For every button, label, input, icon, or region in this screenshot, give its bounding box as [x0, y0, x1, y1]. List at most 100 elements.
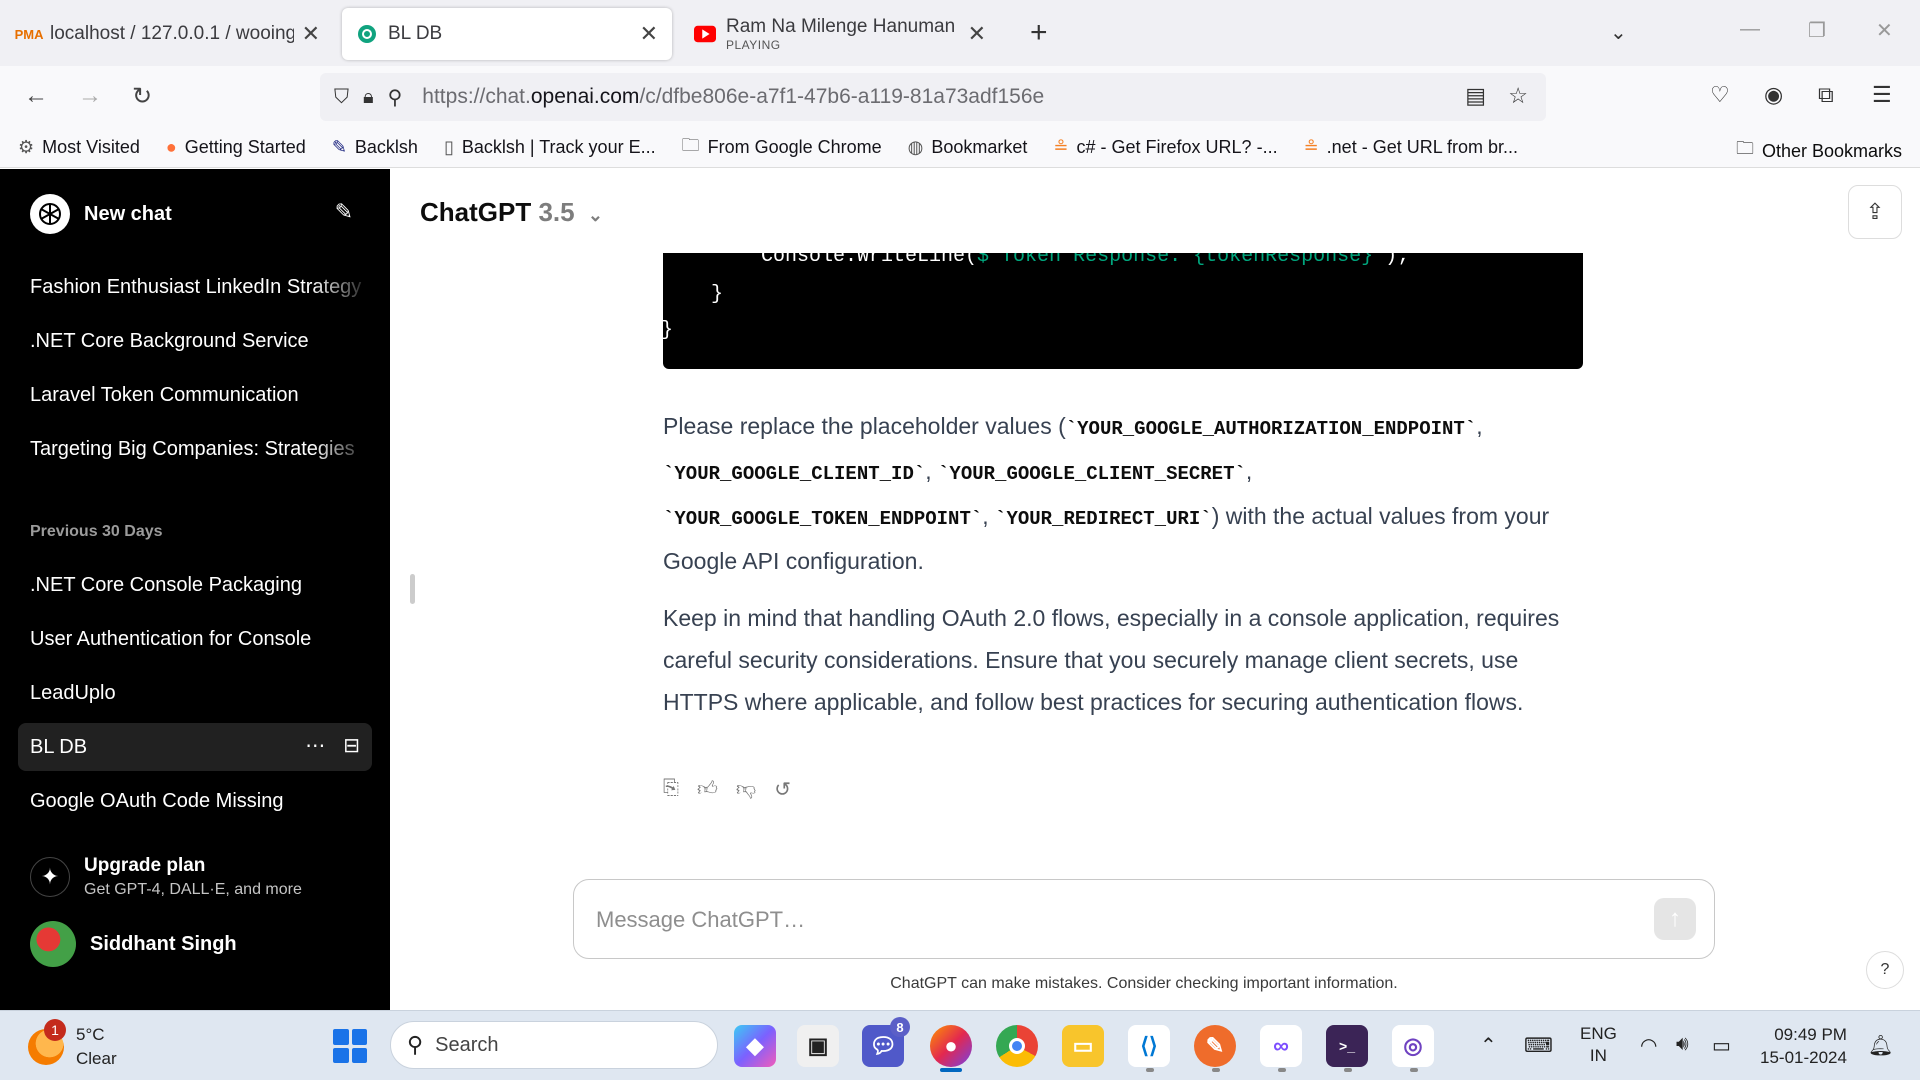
speaker-icon[interactable]: 🔊︎ — [1676, 1033, 1689, 1056]
language-indicator[interactable]: ENG IN — [1580, 1023, 1617, 1067]
sidebar-item-google-oauth[interactable]: Google OAuth Code Missing — [18, 777, 372, 825]
close-tab-icon[interactable]: ✕ — [640, 21, 658, 47]
paragraph-text: , — [982, 503, 996, 529]
vscode-icon[interactable]: ⟨⟩ — [1128, 1025, 1170, 1067]
url-text[interactable]: https://chat.openai.com/c/dfbe806e-a7f1-… — [422, 85, 1044, 109]
bookmark-backlsh-track[interactable]: ▯ Backlsh | Track your E... — [444, 137, 656, 158]
archive-icon[interactable]: ⊟ — [343, 733, 360, 758]
wifi-icon[interactable]: ◠ — [1640, 1033, 1657, 1058]
sidebar-item-bl-db[interactable]: BL DB ⋯ ⊟ — [18, 723, 372, 771]
close-window-icon[interactable]: ✕ — [1876, 18, 1893, 43]
sidebar-item-targeting[interactable]: Targeting Big Companies: Strategies — [18, 425, 372, 473]
start-button[interactable] — [333, 1029, 367, 1063]
menu-icon[interactable]: ☰ — [1872, 82, 1892, 108]
more-options-icon[interactable]: ⋯ — [305, 733, 325, 758]
keyboard-icon[interactable]: ⌨ — [1524, 1033, 1553, 1058]
sidebar-item-user-auth[interactable]: User Authentication for Console — [18, 615, 372, 663]
bookmark-most-visited[interactable]: ⚙ Most Visited — [18, 137, 140, 158]
shield-icon[interactable]: ⛉ — [334, 86, 349, 109]
permissions-icon[interactable]: ⚲ — [388, 85, 403, 110]
tab-youtube[interactable]: Ram Na Milenge Hanuman Ke Bi PLAYING ✕ — [680, 8, 1000, 60]
tab-youtube-title-block: Ram Na Milenge Hanuman Ke Bi PLAYING — [726, 16, 960, 52]
new-chat-button[interactable]: New chat ✎ — [18, 191, 363, 237]
bookmark-firefox-url[interactable]: ≗ c# - Get Firefox URL? -... — [1053, 137, 1277, 158]
back-arrow-icon[interactable]: ← — [24, 82, 48, 110]
teams-badge: 8 — [890, 1017, 910, 1037]
model-selector[interactable]: ChatGPT 3.5 ⌄ — [420, 197, 603, 228]
aws-vpn-icon[interactable]: ◎ — [1392, 1025, 1434, 1067]
clock[interactable]: 09:49 PM 15-01-2024 — [1760, 1023, 1847, 1069]
tab-bl-db[interactable]: BL DB ✕ — [342, 8, 672, 60]
close-tab-icon[interactable]: ✕ — [302, 21, 320, 47]
message-input[interactable] — [596, 900, 1596, 940]
help-button[interactable]: ? — [1866, 951, 1904, 989]
share-button[interactable]: ⇪ — [1848, 185, 1902, 239]
sidebar-resize-handle[interactable] — [410, 574, 415, 604]
firefox-icon: ● — [165, 137, 177, 157]
sidebar-item-label: Targeting Big Companies: Strategies — [30, 437, 355, 460]
thumbs-up-icon[interactable]: 👍︎ — [697, 777, 718, 802]
task-view-icon[interactable]: ▣ — [797, 1025, 839, 1067]
sidebar-item-fashion[interactable]: Fashion Enthusiast LinkedIn Strategy — [18, 263, 372, 311]
reload-icon[interactable]: ↻ — [132, 82, 152, 111]
restore-icon[interactable]: ❐ — [1808, 18, 1826, 43]
new-tab-button[interactable]: + — [1030, 16, 1048, 50]
regenerate-icon[interactable]: ↺ — [774, 777, 791, 802]
bookmark-getting-started[interactable]: ● Getting Started — [166, 137, 306, 158]
compose-icon[interactable]: ✎ — [335, 199, 353, 225]
notification-bell-icon[interactable]: 🔔︎ — [1868, 1033, 1893, 1058]
forward-arrow-icon[interactable]: → — [78, 82, 102, 110]
bookmark-bookmarket[interactable]: ◍ Bookmarket — [908, 137, 1028, 158]
bookmark-backlsh[interactable]: ✎ Backlsh — [332, 137, 418, 158]
running-app-indicator — [1344, 1068, 1352, 1072]
account-icon[interactable]: ◉ — [1764, 82, 1783, 108]
lock-icon[interactable]: 🔒︎ — [363, 86, 374, 109]
bookmark-star-icon[interactable]: ☆ — [1508, 83, 1528, 109]
model-name: ChatGPT — [420, 197, 532, 227]
other-bookmarks[interactable]: 🗀︎ Other Bookmarks — [1736, 136, 1902, 166]
weather-widget[interactable]: 1 5°C Clear — [28, 1019, 117, 1071]
bookmark-net-url[interactable]: ≗ .net - Get URL from br... — [1304, 137, 1518, 158]
terminal-icon[interactable]: >_ — [1326, 1025, 1368, 1067]
pocket-icon[interactable]: ♡ — [1710, 82, 1730, 108]
bookmark-folder-chrome[interactable]: 🗀︎ From Google Chrome — [682, 133, 882, 163]
firefox-icon[interactable]: ● — [930, 1025, 972, 1067]
new-chat-label: New chat — [84, 202, 172, 225]
copilot-icon[interactable]: ◆ — [734, 1025, 776, 1067]
postman-icon[interactable]: ✎ — [1194, 1025, 1236, 1067]
stackoverflow-icon: ≗ — [1053, 137, 1069, 157]
clock-time: 09:49 PM — [1774, 1025, 1847, 1044]
code-block: Console.WriteLine($"Token Response: {tok… — [663, 253, 1583, 369]
help-label: ? — [1880, 961, 1890, 978]
clock-date: 15-01-2024 — [1760, 1048, 1847, 1067]
tab-playing-label: PLAYING — [726, 38, 781, 52]
send-button[interactable]: ↑ — [1654, 898, 1696, 940]
weather-desc: Clear — [76, 1049, 117, 1068]
battery-icon[interactable]: ▭ — [1712, 1033, 1731, 1058]
taskbar-search[interactable]: ⚲ Search — [390, 1021, 718, 1069]
extensions-icon[interactable]: ⧉ — [1818, 82, 1834, 108]
address-bar[interactable]: ⛉ 🔒︎ ⚲ https://chat.openai.com/c/dfbe806… — [320, 73, 1546, 121]
reader-view-icon[interactable]: ▤ — [1465, 83, 1486, 109]
tab-youtube-title: Ram Na Milenge Hanuman Ke Bi — [726, 16, 960, 37]
upgrade-plan-button[interactable]: ✦ Upgrade plan Get GPT-4, DALL·E, and mo… — [18, 847, 372, 907]
sidebar-item-net-background[interactable]: .NET Core Background Service — [18, 317, 372, 365]
teams-chat-icon[interactable]: 💬︎ 8 — [862, 1017, 910, 1067]
code-line: Console.WriteLine($"Token Response: {tok… — [761, 253, 1409, 268]
user-menu-button[interactable]: Siddhant Singh — [18, 919, 372, 969]
file-explorer-icon[interactable]: ▭ — [1062, 1025, 1104, 1067]
visual-studio-icon[interactable]: ∞ — [1260, 1025, 1302, 1067]
chrome-icon[interactable] — [996, 1025, 1038, 1067]
sidebar-item-net-console[interactable]: .NET Core Console Packaging — [18, 561, 372, 609]
close-tab-icon[interactable]: ✕ — [968, 21, 986, 47]
list-tabs-chevron-icon[interactable]: ⌄ — [1610, 20, 1627, 45]
copy-icon[interactable]: ⎘ — [663, 777, 679, 802]
sidebar-item-laravel-token[interactable]: Laravel Token Communication — [18, 371, 372, 419]
weather-text: 5°C Clear — [76, 1023, 117, 1071]
minimize-icon[interactable]: — — [1740, 18, 1760, 41]
sidebar-item-leaduplo[interactable]: LeadUplo — [18, 669, 372, 717]
thumbs-down-icon[interactable]: 👎︎ — [736, 777, 756, 802]
active-app-indicator — [940, 1068, 962, 1072]
chevron-up-icon[interactable]: ⌃ — [1480, 1033, 1497, 1058]
tab-phpmyadmin[interactable]: PMA localhost / 127.0.0.1 / wooing / ✕ — [4, 8, 334, 60]
